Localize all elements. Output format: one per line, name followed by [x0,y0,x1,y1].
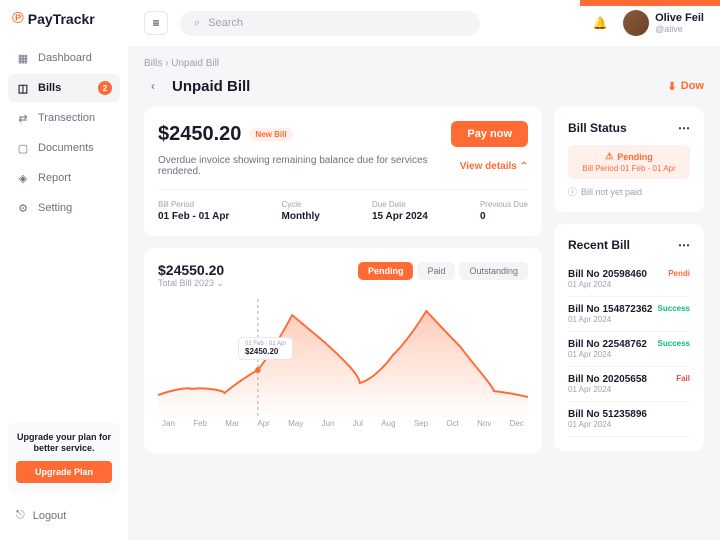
recent-list: Bill No 2059846001 Apr 2024PendiBill No … [568,262,690,437]
chart-subtitle[interactable]: Total Bill 2023 ⌄ [158,278,224,289]
view-details-button[interactable]: View details ⌃ [460,161,528,172]
nav-label: Dashboard [38,52,92,64]
bill-description: Overdue invoice showing remaining balanc… [158,155,452,177]
logout-label: Logout [33,510,67,522]
download-label: Dow [681,80,704,92]
recent-card: Recent Bill ⋯ Bill No 2059846001 Apr 202… [554,224,704,451]
tab-paid[interactable]: Paid [417,262,455,280]
status-title: Bill Status [568,121,627,135]
chart-x-labels: JanFebMarAprMayJunJulAugSepOctNovDec [158,419,528,428]
nav-label: Transection [38,112,95,124]
gear-icon: ⚙ [16,201,30,215]
user-menu[interactable]: Olive Feil @alive [623,10,704,36]
logo-icon: ℗ [12,10,24,28]
recent-title: Recent Bill [568,238,630,252]
sidebar-item-dashboard[interactable]: ▦ Dashboard [8,44,120,72]
status-badge: ⚠ Pending Bill Period 01 Feb - 01 Apr [568,145,690,179]
meta-period: Bill Period 01 Feb - 01 Apr [158,200,229,222]
brand-name: PayTrackr [28,11,95,27]
search-placeholder: Search [208,17,243,29]
bell-icon: 🔔 [593,16,608,30]
nav-label: Documents [38,142,94,154]
doc-icon: ▢ [16,141,30,155]
search-input[interactable]: ⌕ Search [180,11,480,36]
nav-label: Setting [38,202,72,214]
grid-icon: ▦ [16,51,30,65]
chart-area: 01 Feb - 01 Apr $2450.20 JanFebMarAprMay… [158,299,528,439]
sidebar: ℗ PayTrackr ▦ Dashboard ◫ Bills 2 ⇄ Tran… [0,0,128,540]
pay-button[interactable]: Pay now [451,121,528,147]
new-badge: New Bill [249,128,292,141]
chart-icon: ◈ [16,171,30,185]
download-button[interactable]: ⬇ Dow [668,80,704,93]
back-button[interactable]: ‹ [144,77,162,95]
chart-card: $24550.20 Total Bill 2023 ⌄ Pending Paid… [144,248,542,453]
swap-icon: ⇄ [16,111,30,125]
recent-item[interactable]: Bill No 2254876201 Apr 2024Success [568,332,690,367]
upgrade-button[interactable]: Upgrade Plan [16,461,112,483]
user-handle: @alive [655,24,704,34]
warning-icon: ⚠ [605,151,613,162]
logout-button[interactable]: ⎋ Logout [0,501,128,530]
meta-due: Due Date 15 Apr 2024 [372,200,428,222]
sidebar-item-bills[interactable]: ◫ Bills 2 [8,74,120,102]
receipt-icon: ◫ [16,81,30,95]
download-icon: ⬇ [668,80,677,93]
nav-label: Report [38,172,71,184]
summary-card: $2450.20 New Bill Pay now Overdue invoic… [144,107,542,236]
tab-outstanding[interactable]: Outstanding [459,262,528,280]
tab-pending[interactable]: Pending [358,262,414,280]
recent-item[interactable]: Bill No 2059846001 Apr 2024Pendi [568,262,690,297]
logo[interactable]: ℗ PayTrackr [0,10,128,40]
upgrade-card: Upgrade your plan for better service. Up… [8,422,120,493]
not-paid-note: ⓘ Bill not yet paid [568,185,690,198]
bill-amount: $2450.20 [158,123,241,146]
notification-button[interactable]: 🔔 [589,12,611,34]
recent-item[interactable]: Bill No 2020565801 Apr 2024Fail [568,367,690,402]
more-icon[interactable]: ⋯ [678,238,690,252]
search-icon: ⌕ [194,17,200,30]
meta-prev: Previous Due 0 [480,200,528,222]
upgrade-text: Upgrade your plan for better service. [16,432,112,455]
chart-amount: $24550.20 [158,262,224,278]
info-icon: ⓘ [568,185,577,198]
chart-tooltip: 01 Feb - 01 Apr $2450.20 [238,337,293,360]
menu-toggle[interactable]: ≡ [144,11,168,35]
meta-cycle: Cycle Monthly [282,200,320,222]
user-name: Olive Feil [655,12,704,24]
recent-item[interactable]: Bill No 15487236201 Apr 2024Success [568,297,690,332]
breadcrumb: Bills › Unpaid Bill [144,58,704,69]
nav-badge: 2 [98,81,112,95]
sidebar-item-transaction[interactable]: ⇄ Transection [8,104,120,132]
status-card: Bill Status ⋯ ⚠ Pending Bill Period 01 F… [554,107,704,212]
logout-icon: ⎋ [16,509,25,522]
nav-label: Bills [38,82,61,94]
sidebar-item-setting[interactable]: ⚙ Setting [8,194,120,222]
more-icon[interactable]: ⋯ [678,121,690,135]
area-chart [158,299,528,419]
sidebar-item-documents[interactable]: ▢ Documents [8,134,120,162]
sidebar-item-report[interactable]: ◈ Report [8,164,120,192]
avatar [623,10,649,36]
page-title: Unpaid Bill [172,78,250,95]
chart-tabs: Pending Paid Outstanding [358,262,528,280]
nav: ▦ Dashboard ◫ Bills 2 ⇄ Transection ▢ Do… [0,40,128,414]
recent-item[interactable]: Bill No 5123589601 Apr 2024 [568,402,690,437]
topbar: ≡ ⌕ Search 🔔 Olive Feil @alive [128,0,720,46]
